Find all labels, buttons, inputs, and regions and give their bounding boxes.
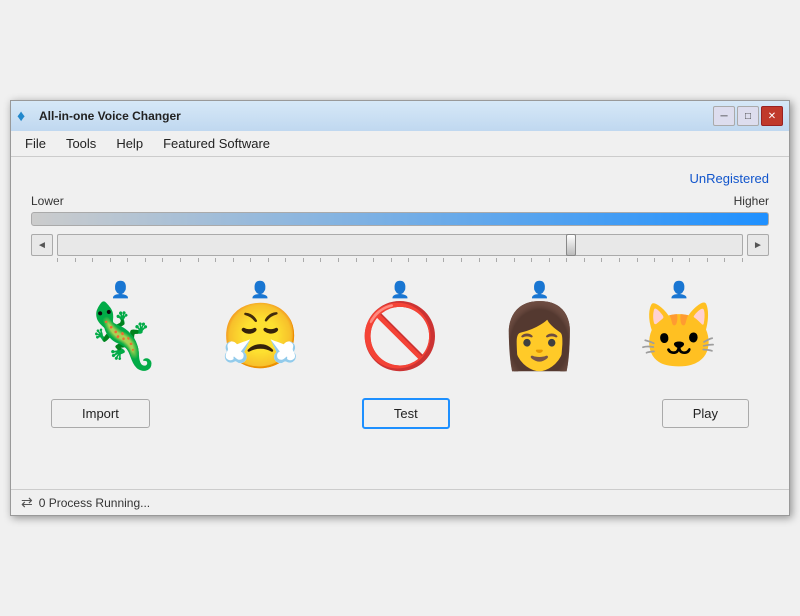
tick-mark <box>285 258 286 262</box>
slider-right-arrow[interactable]: ► <box>747 234 769 256</box>
avatar-none[interactable]: 👤 🚫 <box>360 280 440 368</box>
status-text: 0 Process Running... <box>39 496 150 510</box>
tick-mark <box>268 258 269 262</box>
avatar-cat[interactable]: 👤 🐱 <box>639 280 719 368</box>
action-buttons: Import Test Play <box>31 388 769 439</box>
window-controls: ─ □ ✕ <box>713 106 783 126</box>
tick-mark <box>637 258 638 262</box>
tick-mark <box>672 258 673 262</box>
slider-row: ◄ ► <box>31 234 769 256</box>
tick-mark <box>619 258 620 262</box>
status-bar: ⇄ 0 Process Running... <box>11 489 789 515</box>
title-bar: ♦ All-in-one Voice Changer ─ □ ✕ <box>11 101 789 131</box>
avatar-emoji-dinosaur: 🦎 <box>81 304 161 368</box>
close-button[interactable]: ✕ <box>761 106 783 126</box>
tick-mark <box>443 258 444 262</box>
tick-mark <box>479 258 480 262</box>
maximize-button[interactable]: □ <box>737 106 759 126</box>
menu-featured-software[interactable]: Featured Software <box>153 133 280 154</box>
tick-mark <box>75 258 76 262</box>
tick-mark <box>198 258 199 262</box>
avatar-dinosaur[interactable]: 👤 🦎 <box>81 280 161 368</box>
menu-bar: File Tools Help Featured Software <box>11 131 789 157</box>
tick-mark <box>531 258 532 262</box>
tick-mark <box>338 258 339 262</box>
tick-mark <box>250 258 251 262</box>
avatar-emoji-cat: 🐱 <box>639 304 719 368</box>
app-icon: ♦ <box>17 108 33 124</box>
tick-mark <box>356 258 357 262</box>
tick-mark <box>496 258 497 262</box>
avatar-woman[interactable]: 👤 👩 <box>500 280 580 368</box>
tick-mark <box>742 258 743 262</box>
status-icon: ⇄ <box>21 494 33 511</box>
slider-thumb[interactable] <box>566 234 576 256</box>
tick-mark <box>584 258 585 262</box>
slider-inner-track[interactable] <box>57 234 743 256</box>
tick-mark <box>127 258 128 262</box>
lower-label: Lower <box>31 194 64 208</box>
tick-mark <box>162 258 163 262</box>
tick-mark <box>689 258 690 262</box>
import-button[interactable]: Import <box>51 399 150 428</box>
title-bar-left: ♦ All-in-one Voice Changer <box>17 108 181 124</box>
avatar-angry-man[interactable]: 👤 😤 <box>221 280 301 368</box>
tick-mark <box>233 258 234 262</box>
tick-mark <box>566 258 567 262</box>
avatar-indicator-woman: 👤 <box>530 280 550 300</box>
tick-mark <box>373 258 374 262</box>
tick-mark <box>654 258 655 262</box>
minimize-button[interactable]: ─ <box>713 106 735 126</box>
menu-help[interactable]: Help <box>106 133 153 154</box>
tick-mark <box>514 258 515 262</box>
tick-mark <box>320 258 321 262</box>
menu-tools[interactable]: Tools <box>56 133 106 154</box>
tick-mark <box>180 258 181 262</box>
tick-mark <box>57 258 58 262</box>
slider-bar <box>31 210 769 228</box>
tick-mark <box>461 258 462 262</box>
avatar-indicator-cat: 👤 <box>669 280 689 300</box>
tick-mark <box>145 258 146 262</box>
tick-mark <box>724 258 725 262</box>
avatar-emoji-woman: 👩 <box>500 304 580 368</box>
menu-file[interactable]: File <box>15 133 56 154</box>
tick-mark <box>426 258 427 262</box>
tick-mark <box>110 258 111 262</box>
avatar-indicator-angry-man: 👤 <box>250 280 270 300</box>
tick-mark <box>303 258 304 262</box>
avatar-emoji-none: 🚫 <box>360 304 440 368</box>
slider-left-arrow[interactable]: ◄ <box>31 234 53 256</box>
slider-labels: Lower Higher <box>31 194 769 208</box>
tick-mark <box>92 258 93 262</box>
avatar-emoji-angry-man: 😤 <box>221 304 301 368</box>
tick-mark <box>707 258 708 262</box>
tick-marks <box>31 258 769 262</box>
main-window: ♦ All-in-one Voice Changer ─ □ ✕ File To… <box>10 100 790 516</box>
test-button[interactable]: Test <box>362 398 450 429</box>
window-title: All-in-one Voice Changer <box>39 109 181 123</box>
play-button[interactable]: Play <box>662 399 749 428</box>
tick-mark <box>601 258 602 262</box>
tick-mark <box>391 258 392 262</box>
tick-mark <box>215 258 216 262</box>
avatars-section: 👤 🦎 👤 😤 👤 🚫 👤 👩 👤 🐱 <box>31 270 769 378</box>
higher-label: Higher <box>734 194 769 208</box>
unregistered-label: UnRegistered <box>31 167 769 194</box>
pitch-slider-section: Lower Higher ◄ ► <box>31 194 769 262</box>
slider-track <box>31 212 769 226</box>
tick-mark <box>549 258 550 262</box>
avatar-indicator-none: 👤 <box>390 280 410 300</box>
tick-mark <box>408 258 409 262</box>
main-content: UnRegistered Lower Higher ◄ ► 👤 <box>11 157 789 459</box>
avatar-indicator-dinosaur: 👤 <box>111 280 131 300</box>
